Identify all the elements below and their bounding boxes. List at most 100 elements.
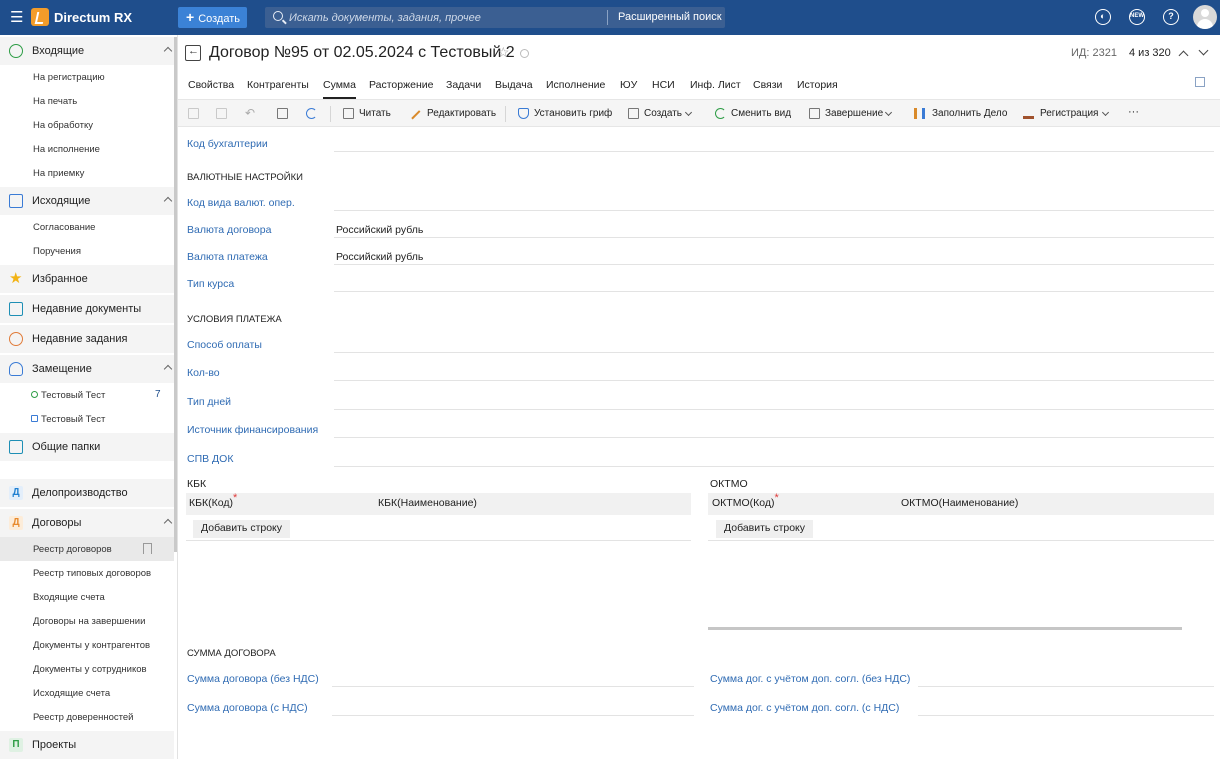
sidebar-item[interactable]: Входящие счета [0, 585, 174, 609]
tab-yuu[interactable]: ЮУ [620, 79, 637, 99]
app-title[interactable]: Directum RX [54, 10, 132, 25]
chevron-up-icon[interactable] [163, 46, 173, 56]
sidebar-group-label: Договоры [32, 517, 82, 529]
tab-history[interactable]: История [797, 79, 838, 99]
payment-currency-value[interactable]: Российский рубль [336, 251, 423, 263]
tab-sum[interactable]: Сумма [323, 79, 356, 99]
sidebar-group-favorites[interactable]: ★ Избранное [0, 265, 174, 293]
search-bar[interactable]: Расширенный поиск [265, 7, 725, 28]
status-circle-icon[interactable] [520, 49, 529, 58]
kbk-name-column[interactable]: КБК(Наименование) [378, 497, 477, 509]
completion-button[interactable]: Завершение [809, 100, 899, 128]
sum-addl-vat-field[interactable] [918, 715, 1214, 716]
payment-method-field[interactable] [334, 352, 1214, 353]
sidebar-item[interactable]: Тестовый Тест 7 [0, 383, 174, 407]
sidebar-group-substitution[interactable]: Замещение [0, 355, 174, 383]
advanced-search-button[interactable]: Расширенный поиск [618, 11, 722, 23]
tab-nsi[interactable]: НСИ [652, 79, 675, 99]
tab-execution[interactable]: Исполнение [546, 79, 605, 99]
registration-button[interactable]: Регистрация [1023, 100, 1113, 128]
search-input[interactable] [289, 9, 599, 26]
sidebar-item[interactable]: На регистрацию [0, 65, 174, 89]
sidebar-group-contracts[interactable]: Д Договоры [0, 509, 174, 537]
sidebar-item[interactable]: Поручения [0, 239, 174, 263]
sidebar-item[interactable]: Тестовый Тест [0, 407, 174, 431]
read-button[interactable]: Читать [343, 100, 398, 128]
create-button[interactable]: + Создать [178, 7, 247, 28]
fill-case-button[interactable]: Заполнить Дело [914, 100, 1009, 128]
sidebar-item[interactable]: На обработку [0, 113, 174, 137]
edit-button[interactable]: Редактировать [410, 100, 500, 128]
news-icon[interactable]: NEW [1129, 9, 1145, 25]
sidebar-item-contract-registry[interactable]: Реестр договоров [0, 537, 174, 561]
tab-termination[interactable]: Расторжение [369, 79, 433, 99]
sidebar-item[interactable]: На исполнение [0, 137, 174, 161]
search-divider [607, 10, 608, 25]
book-icon [343, 108, 354, 119]
kbk-add-row-button[interactable]: Добавить строку [193, 520, 291, 538]
back-arrow-icon[interactable] [185, 45, 201, 61]
kbk-code-column[interactable]: КБК(Код)* [189, 492, 237, 509]
oktmo-horizontal-scrollbar[interactable] [708, 627, 1182, 630]
sidebar-item[interactable]: Документы у сотрудников [0, 657, 174, 681]
chevron-up-icon[interactable] [163, 364, 173, 374]
sidebar-group-recent-tasks[interactable]: Недавние задания [0, 325, 174, 353]
oktmo-code-column[interactable]: ОКТМО(Код)* [712, 492, 779, 509]
chevron-up-icon[interactable] [163, 196, 173, 206]
quantity-field[interactable] [334, 380, 1214, 381]
bookmark-icon[interactable] [143, 543, 152, 554]
sidebar-item[interactable]: Согласование [0, 215, 174, 239]
tab-counterparties[interactable]: Контрагенты [247, 79, 309, 99]
chevron-down-icon[interactable] [1198, 45, 1209, 56]
sum-no-vat-field[interactable] [332, 686, 694, 687]
days-type-label: Тип дней [187, 396, 232, 408]
sum-vat-field[interactable] [332, 715, 694, 716]
spv-doc-field[interactable] [334, 466, 1214, 467]
chevron-up-icon[interactable] [1178, 50, 1189, 61]
sidebar-group-incoming[interactable]: Входящие [0, 37, 174, 65]
days-type-field[interactable] [334, 409, 1214, 410]
change-view-button[interactable]: Сменить вид [715, 100, 795, 128]
sidebar-item[interactable]: Реестр доверенностей [0, 705, 174, 729]
clock-icon [9, 332, 23, 346]
sidebar-group-shared[interactable]: Общие папки [0, 433, 174, 461]
contract-currency-field[interactable] [334, 237, 1214, 238]
funding-source-field[interactable] [334, 437, 1214, 438]
chevron-up-icon[interactable] [163, 518, 173, 528]
sidebar-item[interactable]: Документы у контрагентов [0, 633, 174, 657]
sidebar-scrollbar[interactable] [174, 37, 177, 552]
set-stamp-button[interactable]: Установить гриф [518, 100, 618, 128]
sidebar-group-projects[interactable]: П Проекты [0, 731, 174, 759]
sidebar-group-office[interactable]: Д Делопроизводство [0, 479, 174, 507]
accounting-code-field[interactable] [334, 151, 1214, 152]
help-icon[interactable]: ? [1163, 9, 1179, 25]
required-mark: * [232, 492, 238, 504]
create-menu-button[interactable]: Создать [628, 100, 703, 128]
tab-tasks[interactable]: Задачи [446, 79, 481, 99]
favorite-star-icon[interactable]: ☆ [497, 44, 510, 61]
plus-icon: + [186, 9, 195, 25]
tab-info-sheet[interactable]: Инф. Лист [690, 79, 741, 99]
tab-links[interactable]: Связи [753, 79, 782, 99]
sidebar-group-outgoing[interactable]: Исходящие [0, 187, 174, 215]
sidebar-item[interactable]: Реестр типовых договоров [0, 561, 174, 585]
avatar[interactable] [1193, 5, 1217, 29]
quantity-label: Кол-во [187, 367, 220, 379]
menu-icon[interactable]: ☰ [10, 10, 23, 25]
tab-properties[interactable]: Свойства [188, 79, 234, 99]
sidebar-group-recent-docs[interactable]: Недавние документы [0, 295, 174, 323]
oktmo-name-column[interactable]: ОКТМО(Наименование) [901, 497, 1018, 509]
payment-currency-field[interactable] [334, 264, 1214, 265]
globe-icon[interactable]: ◐ [1095, 9, 1111, 25]
contract-currency-value[interactable]: Российский рубль [336, 224, 423, 236]
currency-op-code-field[interactable] [334, 210, 1214, 211]
sum-addl-no-vat-field[interactable] [918, 686, 1214, 687]
tab-issuance[interactable]: Выдача [495, 79, 533, 99]
bars-icon [914, 108, 925, 119]
sidebar-item[interactable]: Исходящие счета [0, 681, 174, 705]
sidebar-item[interactable]: На печать [0, 89, 174, 113]
oktmo-add-row-button[interactable]: Добавить строку [716, 520, 814, 538]
sidebar-item[interactable]: Договоры на завершении [0, 609, 174, 633]
rate-type-field[interactable] [334, 291, 1214, 292]
sidebar-item[interactable]: На приемку [0, 161, 174, 185]
